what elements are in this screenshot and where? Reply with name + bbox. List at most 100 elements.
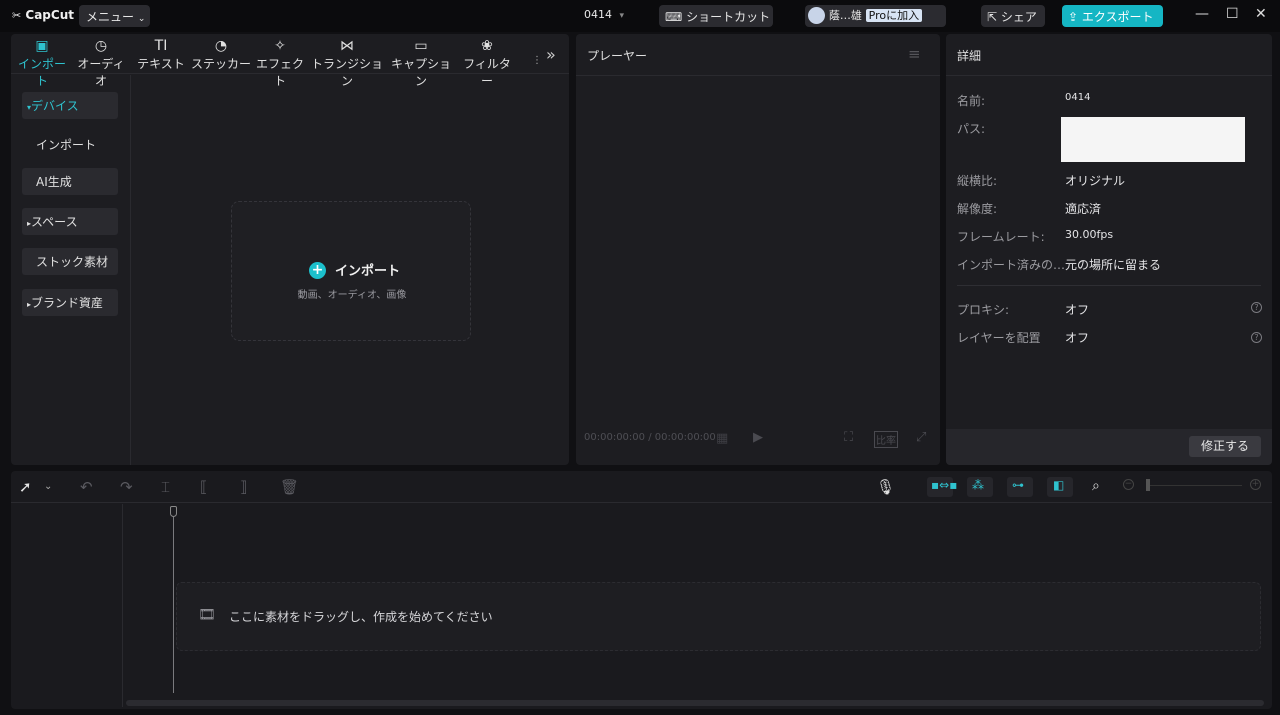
select-tool-icon[interactable]: ➚ [19,478,32,496]
detail-label-framerate: フレームレート: [957,230,1045,244]
media-panel: ▣ インポート ◷ オーディオ TI テキスト ◔ ステッカー ✧ エフェクト ⋈ トランジ… [11,34,569,465]
project-name[interactable]: 0414 ▾ [584,8,624,21]
microphone-icon[interactable]: 🎙 [876,478,895,496]
menu-button[interactable]: メニュー ⌄ [79,5,150,27]
tab-caption[interactable]: ▭ キャプション [388,37,454,89]
help-icon[interactable]: ? [1251,332,1262,343]
axis-icon: ◧ [1053,478,1065,492]
tab-sticker[interactable]: ◔ ステッカー [191,37,251,72]
caption-icon: ▭ [414,38,428,54]
tab-effect[interactable]: ✧ エフェクト [254,37,306,89]
sidebar-item-ai[interactable]: AI生成 [22,168,118,195]
horizontal-scrollbar[interactable] [126,700,1264,706]
sidebar-item-device[interactable]: ▾デバイス [22,92,118,119]
chain-icon: ⊶ [1012,478,1024,492]
trim-right-icon[interactable]: ⟧ [240,478,247,496]
shortcut-button[interactable]: ⌨ ショートカット [659,5,773,27]
track-header-divider [122,504,123,707]
help-icon[interactable]: ? [1251,302,1262,313]
playhead-line[interactable] [173,517,174,693]
detail-label-proxy: プロキシ: [957,303,1010,317]
delete-icon[interactable]: 🗑 [280,478,299,496]
minimize-icon[interactable]: — [1195,6,1209,22]
playhead-handle[interactable] [170,506,177,517]
detail-value-resolution: 適応済 [1065,202,1102,216]
main-track-dropzone[interactable]: 🎞 ここに素材をドラッグし、作成を始めてください [176,582,1261,651]
tab-text[interactable]: TI テキスト [135,37,187,72]
zoom-fit-icon[interactable]: ⌕ [1092,478,1100,494]
chevron-down-icon: ⌄ [137,14,146,24]
redo-icon[interactable]: ↷ [120,478,133,496]
zoom-slider-track[interactable] [1150,485,1242,486]
zoom-in-icon[interactable]: + [1250,479,1261,490]
title-bar: ✂ CapCut メニュー ⌄ 0414 ▾ ⌨ ショートカット 蔭…雄 Pro… [0,0,1280,32]
undo-icon[interactable]: ↶ [80,478,93,496]
detail-value-aspect: オリジナル [1065,174,1126,188]
play-icon[interactable]: ▶ [753,430,763,445]
pro-badge[interactable]: Proに加入 [865,9,923,22]
trim-left-icon[interactable]: ⟦ [200,478,207,496]
import-icon: ▣ [35,38,49,54]
layer-toggle[interactable]: オフ [1065,329,1089,346]
player-timecode: 00:00:00:00 / 00:00:00:00 [584,432,716,443]
sidebar-item-space[interactable]: ▸スペース [22,208,118,235]
fullscreen-icon[interactable]: ⤢ [916,430,926,445]
details-footer: 修正する [946,429,1272,465]
zoom-out-icon[interactable]: − [1123,479,1134,490]
sticker-icon: ◔ [214,38,228,54]
sidebar-item-import[interactable]: インポート [22,131,118,158]
keyboard-icon: ⌨ [665,10,683,24]
modify-button[interactable]: 修正する [1189,436,1261,457]
media-sidebar: ▾デバイス インポート AI生成 ▸スペース ストック素材 ▸ブランド資産 [11,75,131,465]
link-clips-button[interactable]: ⊶ [1007,477,1033,497]
plus-icon: + [309,262,326,279]
split-icon[interactable]: ⌶ [161,478,170,496]
user-account[interactable]: 蔭…雄 Proに加入 [805,5,946,27]
expand-tabs-icon[interactable]: » [546,45,556,64]
detail-label-aspect: 縦横比: [957,174,998,188]
sidebar-item-brand[interactable]: ▸ブランド資産 [22,289,118,316]
fit-screen-icon[interactable]: ⛶ [844,430,853,445]
import-dropzone[interactable]: + インポート 動画、オーディオ、画像 [231,201,471,341]
tab-filter[interactable]: ❀ フィルター [459,37,515,89]
magnet-snap-button[interactable]: ▪⇔▪ [927,477,957,497]
capcut-logo: ✂ CapCut [12,8,74,22]
snap-icon: ⁂ [972,478,984,492]
hamburger-icon[interactable]: ≡ [908,45,921,63]
detail-label-layer: レイヤーを配置 [957,331,1041,345]
auto-snap-button[interactable]: ⁂ [967,477,993,497]
detail-value-path [1061,117,1245,162]
ratio-button[interactable]: 比率 [874,431,898,448]
maximize-icon[interactable]: ☐ [1226,6,1239,22]
detail-value-imported: 元の場所に留まる [1065,258,1162,272]
transition-icon: ⋈ [340,38,354,54]
share-button[interactable]: ⇱ シェア [981,5,1045,27]
detail-label-imported: インポート済みの… [957,258,1066,272]
media-tabs: ▣ インポート ◷ オーディオ TI テキスト ◔ ステッカー ✧ エフェクト ⋈ トランジ… [11,34,569,88]
export-button[interactable]: ⇪ エクスポート [1062,5,1163,27]
more-tabs-handle[interactable]: ⋮ [532,55,542,66]
user-name: 蔭…雄 [828,9,862,22]
timeline-grid-icon[interactable]: ▦ [716,431,728,446]
tab-transition[interactable]: ⋈ トランジション [310,37,384,89]
effect-icon: ✧ [274,38,286,54]
details-panel: 詳細 名前: 0414 パス: 縦横比: オリジナル 解像度: 適応済 フレーム… [946,34,1272,465]
text-icon: TI [154,38,168,54]
player-header: プレーヤー ≡ [576,34,940,76]
filter-icon: ❀ [481,38,493,54]
detail-label-path: パス: [957,122,986,136]
upload-icon: ⇪ [1068,10,1079,24]
detail-value-name: 0414 [1065,92,1091,103]
audio-icon: ◷ [94,38,108,54]
proxy-toggle[interactable]: オフ [1065,301,1089,318]
import-title: インポート [335,264,401,279]
details-title: 詳細 [957,49,982,63]
preview-axis-button[interactable]: ◧ [1047,477,1073,497]
film-icon: 🎞 [198,607,216,623]
close-icon[interactable]: ✕ [1255,6,1267,22]
divider [957,285,1261,286]
chevron-down-icon[interactable]: ⌄ [44,481,52,492]
details-header: 詳細 [946,34,1272,76]
drop-hint: ここに素材をドラッグし、作成を始めてください [229,610,493,624]
sidebar-item-stock[interactable]: ストック素材 [22,248,118,275]
